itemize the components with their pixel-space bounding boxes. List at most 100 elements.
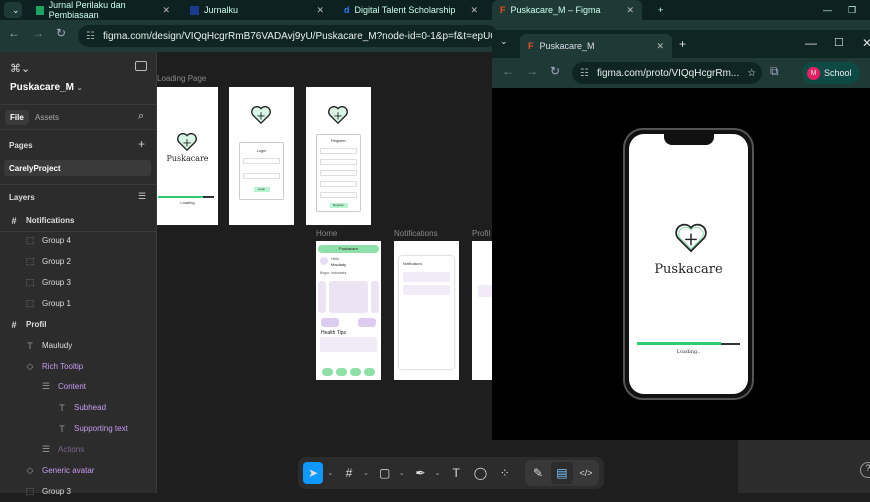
collapse-layers-icon[interactable]: ☰ [138, 191, 146, 202]
help-icon[interactable]: ? [860, 462, 870, 478]
component-layer-icon: ◇ [26, 361, 34, 371]
back-icon[interactable]: ← [502, 64, 514, 78]
component-layer-icon: ◇ [26, 465, 34, 475]
prototype-url-field[interactable]: ☷ figma.com/proto/VIQqHcgrRm... ☆ [572, 62, 762, 84]
frame-layer-icon: # [11, 215, 17, 226]
frame-home[interactable]: Puskacare Hello, Maulady Bogor, Indonesi… [316, 241, 381, 380]
tab-file[interactable]: File [5, 110, 29, 125]
dev-mode-icon[interactable]: </> [575, 462, 597, 484]
new-tab-button[interactable]: + [650, 0, 671, 20]
rectangle-tool-icon[interactable]: ▢ [374, 462, 394, 484]
layer-item[interactable]: ⬚ Group 3 [0, 481, 156, 502]
close-window-button[interactable]: ✕ [862, 36, 870, 50]
layer-item[interactable]: # Profil [0, 314, 156, 335]
figma-menu-icon[interactable]: ⌘⌄ [10, 62, 30, 75]
reload-icon[interactable]: ↻ [56, 26, 66, 40]
restore-button[interactable]: ❐ [840, 0, 864, 20]
layer-item[interactable]: ⬚ Group 4 [0, 230, 156, 251]
layer-item[interactable]: T Mauludy [0, 335, 156, 356]
profile-button[interactable]: M School [802, 62, 860, 84]
heart-logo-icon [328, 106, 348, 125]
figma-toolbar: ➤ ⌄ # ⌄ ▢ ⌄ ✒ ⌄ T ◯ ⁘ ✎ ▤ </> [298, 457, 604, 489]
layer-item[interactable]: ☰ Actions [0, 439, 156, 460]
phone-screen[interactable]: Puskacare Loading.. [629, 133, 748, 394]
text-layer-icon: T [59, 402, 65, 413]
reload-icon[interactable]: ↻ [550, 64, 560, 78]
close-icon[interactable]: ✕ [316, 5, 324, 16]
text-layer-icon: T [59, 423, 65, 434]
site-settings-icon: ☷ [580, 67, 589, 79]
move-tool-icon[interactable]: ➤ [303, 462, 324, 484]
chevron-down-icon[interactable]: ⌄ [327, 469, 334, 477]
design-mode-icon[interactable]: ▤ [550, 462, 573, 484]
page-item-carelyproject[interactable]: CarelyProject [4, 160, 151, 176]
tab-jurnal[interactable]: Jurnal Perilaku dan Pembiasaan ✕ [28, 0, 178, 20]
tab-figma[interactable]: F Puskacare_M – Figma ✕ [492, 0, 642, 20]
frame-register[interactable]: Register Register [306, 87, 371, 225]
carousel-image [329, 281, 368, 313]
text-tool-icon[interactable]: T [446, 462, 466, 484]
browser-tab-bar: ⌄ Jurnal Perilaku dan Pembiasaan ✕ Jurnal… [0, 0, 870, 20]
draw-mode-icon[interactable]: ✎ [527, 462, 549, 484]
layer-item[interactable]: ◇ Rich Tooltip [0, 356, 156, 377]
layer-item[interactable]: ◇ Generic avatar [0, 460, 156, 481]
frame-loading[interactable]: Puskacare Loading [157, 87, 218, 225]
close-icon[interactable]: ✕ [656, 41, 664, 52]
login-title: Login [256, 148, 267, 153]
add-page-icon[interactable]: + [138, 137, 145, 151]
minimize-button[interactable]: — [815, 0, 840, 20]
layer-item[interactable]: ☰ Content [0, 376, 156, 397]
phone-mockup: Puskacare Loading.. [623, 128, 754, 400]
search-icon[interactable]: ⌕ [138, 110, 144, 123]
tab-jurnalku[interactable]: Jurnalku ✕ [182, 0, 332, 20]
section-label-loading: Loading Page [157, 74, 207, 83]
file-name[interactable]: Puskacare_M ⌄ [10, 82, 83, 93]
layer-item[interactable]: ⬚ Group 1 [0, 293, 156, 314]
forward-icon[interactable]: → [32, 26, 44, 40]
layer-item[interactable]: T Supporting text [0, 418, 156, 439]
pen-tool-icon[interactable]: ✒ [410, 462, 430, 484]
heart-logo-icon [251, 106, 271, 125]
prototype-address-bar: ← → ↻ ☷ figma.com/proto/VIQqHcgrRm... ☆ ⧉ … [492, 58, 870, 88]
comment-tool-icon[interactable]: ◯ [470, 462, 490, 484]
tab-assets[interactable]: Assets [35, 113, 59, 122]
tab-list-button[interactable]: ⌄ [4, 2, 22, 18]
tab-list-button[interactable]: ⌄ [500, 36, 508, 47]
chevron-down-icon[interactable]: ⌄ [399, 469, 406, 477]
chevron-down-icon[interactable]: ⌄ [435, 469, 442, 477]
actions-icon[interactable]: ⁘ [495, 462, 515, 484]
extensions-icon[interactable]: ⧉ [770, 64, 779, 79]
url-field[interactable]: ☷ figma.com/design/VIQqHcgrRmB76VADAvj9yU… [78, 25, 498, 47]
tab-dts[interactable]: d Digital Talent Scholarship ✕ [336, 0, 486, 20]
layer-item[interactable]: ⬚ Group 3 [0, 272, 156, 293]
close-icon[interactable]: ✕ [162, 5, 170, 16]
tab-prototype[interactable]: F Puskacare_M ✕ [520, 34, 672, 58]
sidebar-toggle-icon[interactable] [135, 61, 147, 71]
frame-layer-icon: # [11, 319, 17, 330]
close-icon[interactable]: ✕ [470, 5, 478, 16]
frame-login[interactable]: Login Login [229, 87, 294, 225]
new-tab-button[interactable]: + [679, 37, 686, 51]
frame-label-notifications: Notifications [394, 229, 438, 238]
layers-label: Layers [9, 193, 35, 202]
minimize-button[interactable]: — [805, 36, 817, 50]
avatar [320, 257, 328, 265]
layer-item[interactable]: ⬚ Group 2 [0, 251, 156, 272]
frame-label-profil: Profil [472, 229, 491, 238]
layer-item[interactable]: T Subhead [0, 397, 156, 418]
close-icon[interactable]: ✕ [626, 5, 634, 16]
bookmark-star-icon[interactable]: ☆ [747, 68, 756, 79]
back-icon[interactable]: ← [8, 26, 20, 40]
register-title: Register [331, 138, 346, 143]
maximize-button[interactable]: ☐ [834, 36, 844, 49]
frame-profil[interactable] [472, 241, 492, 380]
pages-label: Pages [9, 141, 33, 150]
frame-notifications[interactable]: Notifications [394, 241, 459, 380]
autolayout-layer-icon: ☰ [41, 444, 51, 454]
chevron-down-icon[interactable]: ⌄ [363, 469, 370, 477]
frame-tool-icon[interactable]: # [339, 462, 359, 484]
loading-text: Loading [180, 200, 195, 205]
app-name: Puskacare [166, 154, 209, 163]
layer-item[interactable]: # Notifications [0, 210, 156, 231]
forward-icon[interactable]: → [526, 64, 538, 78]
